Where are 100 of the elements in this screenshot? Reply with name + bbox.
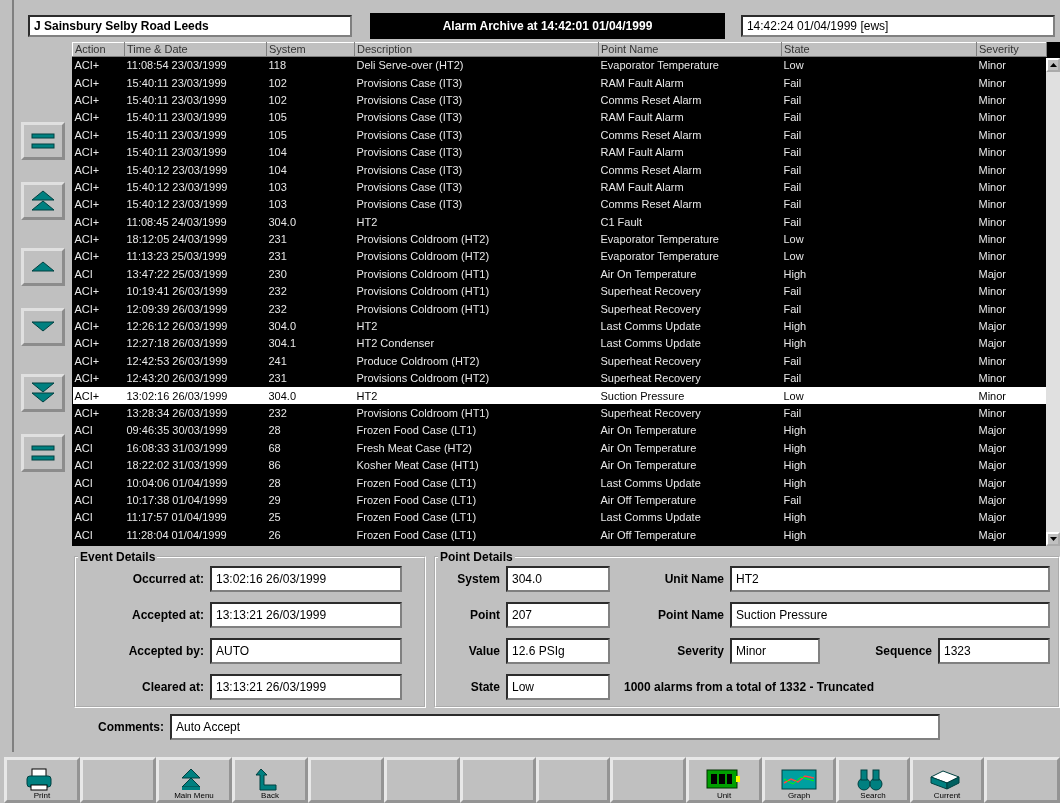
table-cell-text: Fail	[782, 353, 803, 369]
table-row[interactable]: ACI+ 12:09:39 26/03/1999 232 Provisions Coldroom (HT1) Superheat Recovery Fail Minor	[72, 299, 1047, 318]
scroll-button[interactable]	[21, 122, 65, 160]
text-field[interactable]: Auto Accept	[170, 714, 940, 740]
table-cell-text: Provisions Coldroom (HT1)	[355, 301, 491, 317]
column-header[interactable]: System	[266, 42, 355, 57]
table-row[interactable]: ACI+ 15:40:11 23/03/1999 102 Provisions Case (IT3) RAM Fault Alarm Fail Minor	[72, 73, 1047, 92]
table-row[interactable]: ACI 10:04:06 01/04/1999 28 Frozen Food Case (LT1) Last Comms Update High Major	[72, 473, 1047, 492]
table-row[interactable]: ACI+ 15:40:11 23/03/1999 104 Provisions Case (IT3) RAM Fault Alarm Fail Minor	[72, 143, 1047, 161]
text-field[interactable]: Minor	[730, 638, 820, 664]
table-cell: Minor	[976, 386, 1047, 405]
table-cell-text: ACI+	[73, 110, 101, 126]
table-cell: ACI+	[72, 386, 125, 405]
table-cell-text: 102	[267, 75, 288, 91]
table-cell-text: 231	[267, 232, 288, 248]
toolbar-button[interactable]: Search	[836, 757, 910, 803]
scroll-button[interactable]	[21, 308, 65, 346]
table-cell: 13:28:34 26/03/1999	[124, 404, 267, 422]
table-cell-text: 232	[267, 301, 288, 317]
toolbar-button[interactable]: Back	[232, 757, 308, 803]
toolbar-button[interactable]: Print	[4, 757, 80, 803]
table-cell-text: High	[782, 336, 808, 352]
text-field[interactable]: Suction Pressure	[730, 602, 1050, 628]
column-header[interactable]: Severity	[976, 42, 1047, 57]
text-field[interactable]: 12.6 PSIg	[506, 638, 610, 664]
table-row[interactable]: ACI+ 13:28:34 26/03/1999 232 Provisions Coldroom (HT1) Superheat Recovery Fail Minor	[72, 404, 1047, 422]
table-cell-text: High	[782, 423, 808, 439]
table-row[interactable]: ACI 10:17:38 01/04/1999 29 Frozen Food Case (LT1) Air Off Temperature Fail Major	[72, 491, 1047, 509]
table-row[interactable]: ACI 18:22:02 31/03/1999 86 Kosher Meat Case (HT1) Air On Temperature High Major	[72, 456, 1047, 474]
table-row[interactable]: ACI+ 18:12:05 24/03/1999 231 Provisions Coldroom (HT2) Evaporator Temperature Low Minor	[72, 230, 1047, 248]
column-header[interactable]: Action	[72, 42, 125, 57]
scroll-button[interactable]	[21, 434, 65, 472]
table-cell-text: High	[782, 266, 808, 282]
table-row[interactable]: ACI+ 15:40:11 23/03/1999 105 Provisions Case (IT3) RAM Fault Alarm Fail Minor	[72, 108, 1047, 127]
text-field[interactable]: 13:13:21 26/03/1999	[210, 674, 402, 700]
line-graph-icon	[781, 767, 817, 791]
scroll-button[interactable]	[21, 182, 65, 220]
text-field[interactable]: AUTO	[210, 638, 402, 664]
table-cell-text: ACI+	[73, 179, 101, 195]
scroll-button[interactable]	[21, 248, 65, 286]
table-row[interactable]: ACI+ 12:43:20 26/03/1999 231 Provisions Coldroom (HT2) Superheat Recovery Fail Minor	[72, 369, 1047, 387]
table-cell: 231	[266, 369, 355, 387]
table-row[interactable]: ACI 13:47:22 25/03/1999 230 Provisions Coldroom (HT1) Air On Temperature High Major	[72, 265, 1047, 283]
table-cell-text: 28	[267, 423, 282, 439]
column-header[interactable]: Point Name	[598, 42, 782, 57]
table-cell-text: Produce Coldroom (HT2)	[355, 353, 481, 369]
table-cell-text: 15:40:11 23/03/1999	[125, 75, 228, 91]
text-field[interactable]: 13:13:21 26/03/1999	[210, 602, 402, 628]
selected-row[interactable]: ACI+ 13:02:16 26/03/1999 304.0 HT2 Suction Pressure Low Minor	[72, 386, 1047, 405]
scroll-up-button[interactable]	[1046, 58, 1060, 72]
table-cell-text: Air Off Temperature	[599, 527, 698, 543]
column-header[interactable]: Description	[354, 42, 599, 57]
column-header[interactable]: Time & Date	[124, 42, 267, 57]
table-cell-text: 68	[267, 440, 282, 456]
table-cell-text: HT2	[355, 214, 379, 230]
table-row[interactable]: ACI 11:17:57 01/04/1999 25 Frozen Food Case (LT1) Last Comms Update High Major	[72, 508, 1047, 527]
table-cell: Low	[781, 56, 977, 74]
table-row[interactable]: ACI+ 12:26:12 26/03/1999 304.0 HT2 Last Comms Update High Major	[72, 317, 1047, 335]
table-cell-text: 13:47:22 25/03/1999	[125, 266, 229, 282]
scrollbar[interactable]	[1046, 58, 1060, 546]
table-cell-text: 15:40:12 23/03/1999	[125, 179, 229, 195]
text-field[interactable]: HT2	[730, 566, 1050, 592]
table-cell-text: Comms Reset Alarm	[599, 92, 703, 108]
scroll-button[interactable]	[21, 374, 65, 412]
table-row[interactable]: ACI+ 15:40:12 23/03/1999 103 Provisions Case (IT3) RAM Fault Alarm Fail Minor	[72, 178, 1047, 196]
table-cell-text: Comms Reset Alarm	[599, 162, 703, 178]
table-row[interactable]: ACI+ 12:27:18 26/03/1999 304.1 HT2 Condenser Last Comms Update High Major	[72, 334, 1047, 353]
toolbar-button[interactable]: Current	[910, 757, 984, 803]
text-field[interactable]: 207	[506, 602, 610, 628]
table-row[interactable]: ACI+ 11:13:23 25/03/1999 231 Provisions Coldroom (HT2) Evaporator Temperature Low Minor	[72, 247, 1047, 266]
table-row[interactable]: ACI 11:28:04 01/04/1999 26 Frozen Food Case (LT1) Air Off Temperature High Major	[72, 526, 1047, 544]
table-cell-text: Fail	[782, 492, 803, 508]
table-cell-text: Air On Temperature	[599, 440, 698, 456]
text-field[interactable]: 1323	[938, 638, 1050, 664]
table-cell-text: Provisions Coldroom (HT1)	[355, 284, 491, 300]
toolbar-button[interactable]: Main Menu	[156, 757, 232, 803]
table-cell-text: Minor	[977, 110, 1007, 126]
table-row[interactable]: ACI+ 10:19:41 26/03/1999 232 Provisions Coldroom (HT1) Superheat Recovery Fail Minor	[72, 282, 1047, 300]
table-row[interactable]: ACI+ 15:40:12 23/03/1999 103 Provisions Case (IT3) Comms Reset Alarm Fail Minor	[72, 195, 1047, 213]
site-field: J Sainsbury Selby Road Leeds	[28, 15, 353, 37]
text-field[interactable]: Low	[506, 674, 610, 700]
table-row[interactable]: ACI+ 15:40:12 23/03/1999 104 Provisions Case (IT3) Comms Reset Alarm Fail Minor	[72, 160, 1047, 179]
table-cell-text: Frozen Food Case (LT1)	[355, 510, 478, 526]
table-row[interactable]: ACI+ 15:40:11 23/03/1999 102 Provisions Case (IT3) Comms Reset Alarm Fail Minor	[72, 91, 1047, 109]
table-row[interactable]: ACI+ 15:40:11 23/03/1999 105 Provisions Case (IT3) Comms Reset Alarm Fail Minor	[72, 126, 1047, 144]
table-row[interactable]: ACI 09:46:35 30/03/1999 28 Frozen Food Case (LT1) Air On Temperature High Major	[72, 421, 1047, 440]
scroll-down-button[interactable]	[1046, 532, 1060, 546]
table-cell-text: Comms Reset Alarm	[599, 197, 703, 213]
column-header[interactable]: State	[781, 42, 977, 57]
text-field[interactable]: 304.0	[506, 566, 610, 592]
toolbar-button[interactable]: Unit	[686, 757, 762, 803]
table-row[interactable]: ACI+ 11:08:54 23/03/1999 118 Deli Serve-over (HT2) Evaporator Temperature Low Minor	[72, 56, 1047, 74]
toolbar-button[interactable]: Graph	[762, 757, 836, 803]
table-cell-text: Provisions Case (IT3)	[355, 127, 464, 143]
text-field[interactable]: 13:02:16 26/03/1999	[210, 566, 402, 592]
table-row[interactable]: ACI 16:08:33 31/03/1999 68 Fresh Meat Case (HT2) Air On Temperature High Major	[72, 439, 1047, 457]
table-cell-text: Frozen Food Case (LT1)	[355, 527, 478, 543]
table-row[interactable]: ACI+ 11:08:45 24/03/1999 304.0 HT2 C1 Fault Fail Minor	[72, 213, 1047, 231]
table-row[interactable]: ACI+ 12:42:53 26/03/1999 241 Produce Coldroom (HT2) Superheat Recovery Fail Minor	[72, 352, 1047, 370]
field-label: Cleared at:	[140, 680, 204, 694]
